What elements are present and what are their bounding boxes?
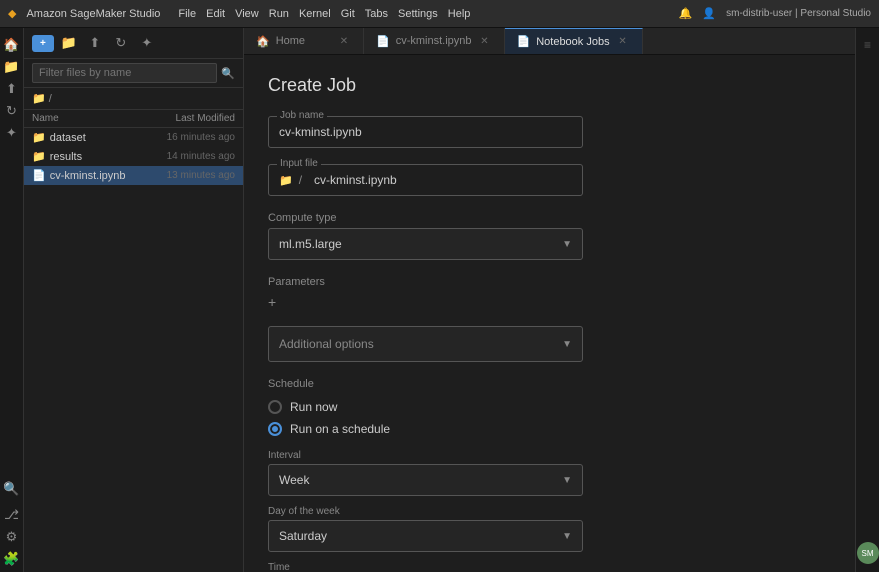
compute-type-label: Compute type: [268, 212, 583, 224]
search-icon: 🔍: [221, 67, 235, 80]
job-name-label: Job name: [277, 110, 327, 121]
settings-nav-icon[interactable]: ⚙: [3, 528, 21, 546]
tab-close-home[interactable]: ✕: [337, 36, 351, 47]
path-label: 📁 /: [32, 93, 52, 105]
menu-help[interactable]: Help: [448, 8, 471, 20]
app-title: Amazon SageMaker Studio: [26, 8, 160, 20]
search-nav-icon[interactable]: 🔍: [3, 480, 21, 498]
run-on-schedule-label: Run on a schedule: [290, 422, 390, 436]
page-title: Create Job: [268, 75, 831, 96]
new-item-button[interactable]: +: [32, 35, 54, 52]
menu-edit[interactable]: Edit: [206, 8, 225, 20]
git-nav-icon[interactable]: ⎇: [3, 506, 21, 524]
list-item[interactable]: 📁dataset 16 minutes ago: [24, 128, 243, 147]
menu-run[interactable]: Run: [269, 8, 289, 20]
notification-icon[interactable]: 🔔: [679, 7, 693, 20]
menu-settings[interactable]: Settings: [398, 8, 438, 20]
notebook-tab-icon: 📄: [376, 35, 390, 48]
run-now-radio-circle: [268, 400, 282, 414]
upload-button[interactable]: ⬆: [84, 32, 106, 54]
name-column-header: Name: [32, 113, 176, 124]
job-name-input[interactable]: [279, 125, 572, 139]
run-on-schedule-radio[interactable]: Run on a schedule: [268, 422, 831, 436]
input-file-path: /: [299, 173, 302, 187]
time-label: Time: [268, 562, 583, 572]
user-label: sm-distrib-user | Personal Studio: [726, 8, 871, 19]
notebook-icon: 📄: [32, 169, 46, 182]
compute-type-select[interactable]: ml.m5.large ▼: [268, 228, 583, 260]
job-name-field: Job name: [268, 116, 583, 148]
tab-home[interactable]: 🏠 Home ✕: [244, 28, 364, 54]
day-of-week-select[interactable]: Saturday ▼: [268, 520, 583, 552]
home-nav-icon[interactable]: 🏠: [3, 36, 21, 54]
input-file-field: Input file 📁 / cv-kminst.ipynb: [268, 164, 583, 196]
menu-file[interactable]: File: [178, 8, 196, 20]
additional-options-toggle[interactable]: Additional options ▼: [268, 326, 583, 362]
jobs-tab-icon: 📄: [517, 35, 531, 48]
files-nav-icon[interactable]: 📁: [3, 58, 21, 76]
menu-git[interactable]: Git: [341, 8, 355, 20]
parameters-label: Parameters: [268, 276, 831, 288]
list-item[interactable]: 📄cv-kminst.ipynb 13 minutes ago: [24, 166, 243, 185]
compute-type-value: ml.m5.large: [279, 237, 342, 251]
chevron-down-icon: ▼: [562, 531, 572, 542]
interval-select[interactable]: Week ▼: [268, 464, 583, 496]
refresh-nav-icon[interactable]: ↻: [3, 102, 21, 120]
tab-close-cv[interactable]: ✕: [478, 36, 492, 47]
additional-options-label: Additional options: [279, 337, 374, 351]
run-on-schedule-radio-circle: [268, 422, 282, 436]
menu-tabs[interactable]: Tabs: [365, 8, 388, 20]
interval-label: Interval: [268, 450, 583, 461]
list-item[interactable]: 📁results 14 minutes ago: [24, 147, 243, 166]
tab-close-jobs[interactable]: ✕: [616, 36, 630, 47]
chevron-down-icon: ▼: [562, 339, 572, 350]
avatar[interactable]: SM: [857, 542, 879, 564]
interval-value: Week: [279, 473, 309, 487]
app-logo-icon: ◆: [8, 7, 16, 20]
right-edge-icon: ≡: [859, 36, 877, 54]
folder-icon: 📁: [279, 174, 293, 187]
plus-icon: +: [268, 294, 276, 310]
left-icon-bar: 🏠 📁 ⬆ ↻ ✦ 🔍 ⎇ ⚙ 🧩: [0, 28, 24, 572]
new-folder-button[interactable]: 📁: [58, 32, 80, 54]
search-input[interactable]: [32, 63, 217, 83]
menu-view[interactable]: View: [235, 8, 259, 20]
more-nav-icon[interactable]: ✦: [3, 124, 21, 142]
plus-icon: +: [40, 38, 46, 49]
day-of-week-value: Saturday: [279, 529, 327, 543]
modified-column-header: Last Modified: [176, 113, 235, 124]
refresh-button[interactable]: ↻: [110, 32, 132, 54]
run-now-radio[interactable]: Run now: [268, 400, 831, 414]
folder-icon: 📁: [32, 150, 46, 163]
user-icon: 👤: [702, 7, 716, 20]
folder-icon: 📁: [32, 131, 46, 144]
menu-kernel[interactable]: Kernel: [299, 8, 331, 20]
tab-notebook-jobs[interactable]: 📄 Notebook Jobs ✕: [505, 28, 643, 54]
schedule-section-label: Schedule: [268, 378, 831, 390]
upload-nav-icon[interactable]: ⬆: [3, 80, 21, 98]
day-of-week-label: Day of the week: [268, 506, 583, 517]
extensions-nav-icon[interactable]: 🧩: [3, 550, 21, 568]
chevron-down-icon: ▼: [562, 239, 572, 250]
run-now-label: Run now: [290, 400, 337, 414]
home-tab-icon: 🏠: [256, 35, 270, 48]
tab-cv-kminst[interactable]: 📄 cv-kminst.ipynb ✕: [364, 28, 505, 54]
git-button[interactable]: ✦: [136, 32, 158, 54]
chevron-down-icon: ▼: [562, 475, 572, 486]
input-file-label: Input file: [277, 158, 321, 169]
input-file-value: cv-kminst.ipynb: [314, 173, 397, 187]
add-parameter-button[interactable]: +: [268, 294, 831, 310]
